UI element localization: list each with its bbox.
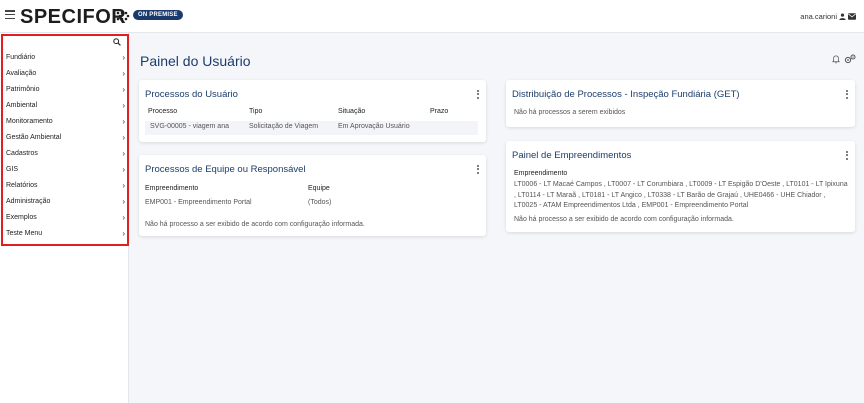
search-icon[interactable] <box>113 38 121 46</box>
empty-message: Não há processos a serem exibidos <box>514 109 626 116</box>
card-title: Processos de Equipe ou Responsável <box>145 164 306 175</box>
chevron-right-icon: › <box>122 165 125 174</box>
chevron-right-icon: › <box>122 181 125 190</box>
sidebar-item-label: Exemplos <box>6 214 37 221</box>
chevron-right-icon: › <box>122 229 125 238</box>
sidebar-item-relatorios[interactable]: Relatórios › <box>6 178 126 194</box>
processos-usuario-card: Processos do Usuário Processo Tipo Situa… <box>139 80 486 142</box>
distribuicao-processos-card: Distribuição de Processos - Inspeção Fun… <box>506 80 855 127</box>
sidebar-item-administracao[interactable]: Administração › <box>6 194 126 210</box>
sidebar-item-exemplos[interactable]: Exemplos › <box>6 210 126 226</box>
card-title: Distribuição de Processos - Inspeção Fun… <box>512 89 740 100</box>
sidebar-item-label: Administração <box>6 198 51 205</box>
equipe-value: (Todos) <box>308 199 332 206</box>
more-options-icon[interactable] <box>477 165 480 175</box>
sidebar-item-label: Relatórios <box>6 182 38 189</box>
sidebar-item-label: Fundiário <box>6 54 36 61</box>
more-options-icon[interactable] <box>477 90 480 100</box>
sidebar-item-avaliacao[interactable]: Avaliação › <box>6 66 126 82</box>
sidebar-item-ambiental[interactable]: Ambiental › <box>6 98 126 114</box>
sidebar-item-label: GIS <box>6 166 19 173</box>
column-header-prazo: Prazo <box>430 108 449 115</box>
chevron-right-icon: › <box>122 213 125 222</box>
painel-empreendimentos-card: Painel de Empreendimentos Empreendimento… <box>506 141 855 232</box>
table-cell-tipo: Solicitação de Viagem <box>249 123 319 130</box>
sidebar-item-patrimonio[interactable]: Patrimônio › <box>6 82 126 98</box>
sidebar-menu: Fundiário › Avaliação › Patrimônio › Ambien… <box>6 50 126 242</box>
user-menu[interactable]: ana.carioni <box>800 12 856 21</box>
settings-gears-icon[interactable] <box>844 54 856 64</box>
mail-icon[interactable] <box>848 13 856 20</box>
more-options-icon[interactable] <box>846 151 849 161</box>
more-options-icon[interactable] <box>846 90 849 100</box>
chevron-right-icon: › <box>122 149 125 158</box>
on-premise-badge: ON PREMISE <box>133 10 183 20</box>
chevron-right-icon: › <box>122 133 125 142</box>
card-title: Painel de Empreendimentos <box>512 150 632 161</box>
chevron-right-icon: › <box>122 53 125 62</box>
equipe-label: Equipe <box>308 185 330 192</box>
card-title: Processos do Usuário <box>145 89 238 100</box>
empty-message: Não há processo a ser exibido de acordo … <box>514 216 734 223</box>
column-header-processo: Processo <box>148 108 178 115</box>
sidebar: Fundiário › Avaliação › Patrimônio › Ambien… <box>0 33 129 403</box>
table-cell-situacao: Em Aprovação Usuário <box>338 123 410 130</box>
sidebar-item-gis[interactable]: GIS › <box>6 162 126 178</box>
empty-message: Não há processo a ser exibido de acordo … <box>145 221 365 228</box>
username: ana.carioni <box>800 12 837 21</box>
sidebar-item-gestao-ambiental[interactable]: Gestão Ambiental › <box>6 130 126 146</box>
table-cell-processo[interactable]: SVG-00005 - viagem ana <box>150 123 229 130</box>
sidebar-item-cadastros[interactable]: Cadastros › <box>6 146 126 162</box>
sidebar-item-teste-menu[interactable]: Teste Menu › <box>6 226 126 242</box>
sidebar-item-label: Ambiental <box>6 102 38 109</box>
chevron-right-icon: › <box>122 197 125 206</box>
bell-icon[interactable] <box>832 55 840 64</box>
chevron-right-icon: › <box>122 69 125 78</box>
user-icon <box>839 13 846 20</box>
page-title: Painel do Usuário <box>140 53 251 69</box>
top-bar: SPECIFOR ON PREMISE ana.carioni <box>0 0 864 33</box>
processos-equipe-card: Processos de Equipe ou Responsável Empre… <box>139 155 486 236</box>
sidebar-item-label: Monitoramento <box>6 118 53 125</box>
sidebar-item-label: Patrimônio <box>6 86 40 93</box>
chevron-right-icon: › <box>122 117 125 126</box>
sidebar-item-label: Gestão Ambiental <box>6 134 62 141</box>
sidebar-item-label: Avaliação <box>6 70 37 77</box>
empreendimento-label: Empreendimento <box>145 185 199 192</box>
empreendimento-value: EMP001 - Empreendimento Portal <box>145 199 252 206</box>
logo-dots-icon <box>116 11 130 21</box>
sidebar-item-monitoramento[interactable]: Monitoramento › <box>6 114 126 130</box>
sidebar-item-label: Cadastros <box>6 150 38 157</box>
sidebar-item-label: Teste Menu <box>6 230 43 237</box>
sidebar-item-fundiario[interactable]: Fundiário › <box>6 50 126 66</box>
empreendimento-label: Empreendimento <box>514 170 568 177</box>
chevron-right-icon: › <box>122 85 125 94</box>
hamburger-menu-icon[interactable] <box>5 10 15 20</box>
column-header-tipo: Tipo <box>249 108 263 115</box>
sidebar-menu-highlight: Fundiário › Avaliação › Patrimônio › Ambien… <box>1 34 129 246</box>
chevron-right-icon: › <box>122 101 125 110</box>
column-header-situacao: Situação <box>338 108 366 115</box>
logo[interactable]: SPECIFOR <box>20 6 126 29</box>
empreendimento-list: LT0006 - LT Macaé Campos , LT0007 - LT C… <box>514 181 848 209</box>
